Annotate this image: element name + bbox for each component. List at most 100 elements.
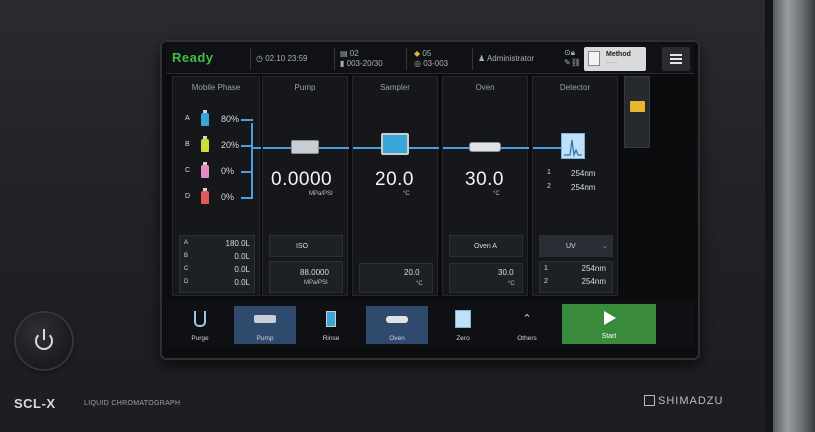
oven-setpoint[interactable]: 30.0 °C — [449, 263, 523, 293]
maker-logo-icon — [644, 395, 655, 406]
method-button[interactable]: Method - - - - — [584, 47, 646, 71]
solvent-ratio: 0% — [221, 166, 235, 176]
vial-icon: ▮ — [340, 59, 345, 68]
detector-wavelength: 254nm — [571, 183, 596, 192]
pump-pressure: 0.0000 — [271, 169, 333, 190]
column-icon — [469, 142, 501, 152]
sampler-title: Sampler — [380, 83, 410, 92]
status-bar: Ready ◷ 02.10 23:59 ▤ 02 ▮ 003-20/30 ◆ 0… — [166, 44, 694, 74]
chromatogram-icon — [561, 133, 585, 159]
tray-icon: ▤ — [340, 49, 348, 58]
touch-screen: Ready ◷ 02.10 23:59 ▤ 02 ▮ 003-20/30 ◆ 0… — [166, 44, 694, 348]
detector-wavelength: 254nm — [571, 169, 596, 178]
tray-info: ▤ 02 ▮ 003-20/30 — [340, 49, 383, 68]
vial-info: ◆ 05 ◎ 03-003 — [414, 49, 449, 68]
bottom-toolbar: Purge Pump Rinse Oven Zero ⌃ Others Star… — [166, 302, 694, 348]
pump-panel[interactable]: Pump 0.0000 MPa/PSI ISO 88.0000 MPa/PSI — [262, 76, 349, 296]
detector-wavelength: 254nm — [581, 264, 606, 273]
chevron-up-icon: ⌃ — [522, 313, 532, 325]
user-icon: ♟ — [478, 54, 486, 63]
sampler-temp: 20.0 — [375, 169, 414, 190]
method-name: - - - - — [606, 60, 617, 66]
solvent-letter: A — [185, 115, 190, 122]
detector-channel-number: 2 — [547, 183, 551, 190]
rinse-icon — [326, 311, 336, 327]
detector-wavelengths[interactable]: 1 254nm 2 254nm — [539, 261, 613, 293]
detector-mode-select[interactable]: UV ⌄ — [539, 235, 613, 257]
solvent-ratio: 20% — [221, 140, 240, 150]
document-icon — [588, 51, 600, 66]
pump-nav-button[interactable]: Pump — [234, 306, 296, 344]
volume-value: 0.0L — [234, 278, 250, 287]
detector-title: Detector — [559, 83, 591, 92]
chevron-down-icon: ⌄ — [602, 243, 608, 250]
pump-setpoint[interactable]: 88.0000 MPa/PSI — [269, 261, 343, 293]
solvent-ratio: 80% — [221, 114, 240, 124]
pump-pressure-unit: MPa/PSI — [309, 191, 333, 197]
user-info[interactable]: ♟ Administrator — [478, 54, 534, 64]
menu-icon — [670, 54, 682, 56]
volume-letter: C — [184, 266, 189, 272]
detector-channel-number: 2 — [544, 278, 548, 285]
method-label: Method — [606, 51, 631, 58]
volume-value: 180.0L — [225, 239, 250, 248]
detector-panel[interactable]: Detector 1 254nm 2 254nm UV ⌄ 1 254nm 2 254nm — [532, 76, 618, 296]
detector-wavelength: 254nm — [581, 277, 606, 286]
sampler-temp-unit: °C — [403, 191, 410, 197]
volume-letter: B — [184, 253, 189, 259]
model-name: SCL-X — [14, 396, 56, 411]
rinse-button[interactable]: Rinse — [300, 306, 362, 344]
volume-value: 0.0L — [234, 252, 250, 261]
power-button[interactable] — [16, 313, 72, 369]
solvent-bottle-icon — [201, 162, 209, 178]
volume-letter: D — [184, 279, 189, 285]
oven-nav-button[interactable]: Oven — [366, 306, 428, 344]
lock-icon: 🔒︎ — [570, 48, 575, 57]
datetime: 02.10 23:59 — [265, 54, 308, 63]
solvent-bottle-icon — [201, 188, 209, 204]
solvent-bottle-icon — [201, 136, 209, 152]
mobile-phase-panel[interactable]: Mobile Phase A 80% B 20% C 0% D 0% A 180.0L B 0.0L… — [172, 76, 261, 296]
oven-panel[interactable]: Oven 30.0 °C Oven A 30.0 °C — [442, 76, 529, 296]
autosampler-icon — [381, 133, 409, 155]
oven-temp-unit: °C — [493, 191, 500, 197]
pump-mode[interactable]: ISO — [269, 235, 343, 257]
solvent-letter: D — [185, 193, 191, 200]
solvent-ratio: 0% — [221, 192, 235, 202]
folder-icon — [630, 101, 645, 112]
mobile-phase-title: Mobile Phase — [191, 83, 241, 92]
menu-button[interactable] — [662, 47, 690, 71]
oven-temp: 30.0 — [465, 169, 504, 190]
purge-button[interactable]: Purge — [170, 306, 230, 344]
zero-button[interactable]: Zero — [432, 306, 494, 344]
wrench-icon: ✎ — [564, 58, 571, 67]
others-button[interactable]: ⌃ Others — [496, 306, 558, 344]
side-drawer[interactable] — [624, 76, 650, 148]
mobile-phase-volumes: A 180.0L B 0.0L C 0.0L D 0.0L — [179, 235, 255, 293]
purge-icon — [194, 311, 206, 327]
instrument-panel: Ready ◷ 02.10 23:59 ▤ 02 ▮ 003-20/30 ◆ 0… — [0, 0, 815, 432]
play-icon — [604, 311, 616, 325]
network-icon: ⊙ — [564, 48, 571, 57]
sample-icon: ◎ — [414, 59, 421, 68]
volume-letter: A — [184, 240, 189, 246]
zero-icon — [455, 310, 471, 328]
sampler-setpoint[interactable]: 20.0 °C — [359, 263, 433, 293]
volume-value: 0.0L — [234, 265, 250, 274]
sampler-panel[interactable]: Sampler 20.0 °C 20.0 °C — [352, 76, 439, 296]
solvent-letter: C — [185, 167, 191, 174]
model-subtitle: LIQUID CHROMATOGRAPH — [84, 400, 181, 407]
link-icon: ⛓︎ — [570, 58, 581, 67]
pump-icon — [291, 140, 319, 154]
detector-channel-number: 1 — [547, 169, 551, 176]
side-rail — [773, 0, 815, 432]
solvent-letter: B — [185, 141, 190, 148]
clock-icon: ◷ — [256, 54, 263, 63]
oven-select[interactable]: Oven A — [449, 235, 523, 257]
start-button[interactable]: Start — [562, 304, 656, 344]
pump-title: Pump — [294, 83, 316, 92]
maker-name: SHIMADZU — [658, 395, 724, 407]
detector-channel-number: 1 — [544, 265, 548, 272]
injection-icon: ◆ — [414, 49, 421, 58]
oven-title: Oven — [475, 83, 495, 92]
